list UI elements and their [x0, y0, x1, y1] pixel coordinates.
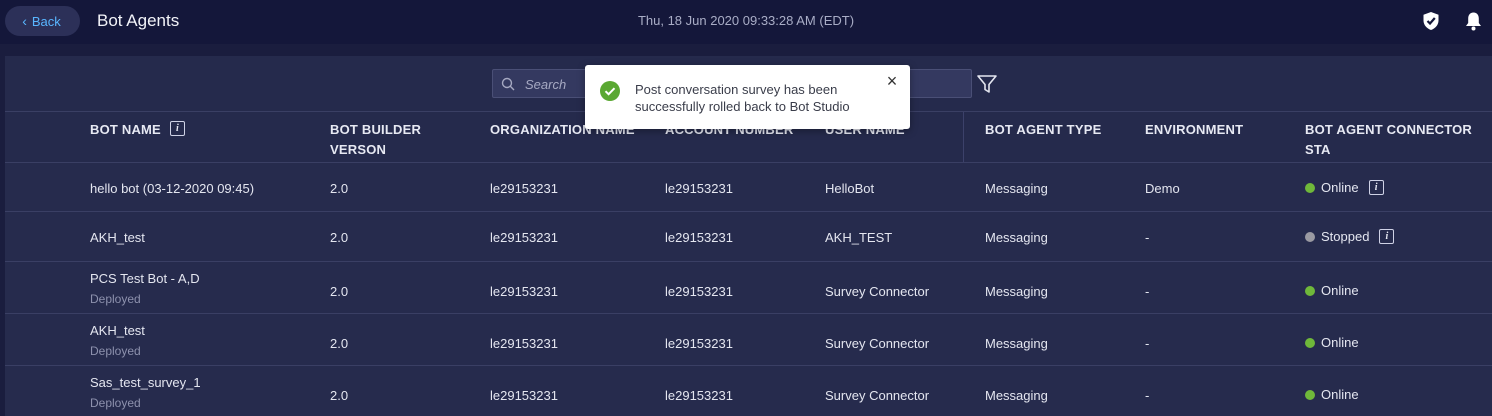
organization-cell: le29153231 — [490, 284, 558, 299]
deployment-status-label: Deployed — [90, 396, 141, 410]
top-bar: ‹ Back Bot Agents Thu, 18 Jun 2020 09:33… — [0, 0, 1492, 44]
status-dot-icon — [1305, 231, 1315, 242]
status-dot-icon — [1305, 285, 1315, 296]
table-row[interactable]: AKH_test 2.0 le29153231 le29153231 AKH_TEST M… — [5, 211, 1492, 262]
bot-name-cell: AKH_test — [90, 323, 145, 338]
user-name-cell: Survey Connector — [825, 284, 930, 299]
column-header-label: BOT BUILDER — [330, 122, 422, 137]
agent-type-cell: Messaging — [985, 230, 1048, 245]
info-icon[interactable]: i — [169, 121, 185, 137]
environment-cell: - — [1145, 230, 1150, 245]
agent-type-cell: Messaging — [985, 388, 1048, 403]
check-circle-icon — [600, 81, 620, 101]
table-row[interactable]: PCS Test Bot - A,D Deployed 2.0 le29153231 l… — [5, 261, 1492, 314]
toast-message: Post conversation survey has been succes… — [635, 82, 850, 114]
connector-status-cell: Online — [1305, 387, 1359, 402]
current-datetime: Thu, 18 Jun 2020 09:33:28 AM (EDT) — [637, 13, 855, 28]
agent-type-cell: Messaging — [985, 284, 1048, 299]
bot-name-cell: Sas_test_survey_1 — [90, 375, 201, 390]
organization-cell: le29153231 — [490, 336, 558, 351]
column-header-builder-version[interactable]: BOT BUILDER VERSON — [330, 120, 421, 160]
organization-cell: le29153231 — [490, 181, 558, 196]
status-dot-icon — [1305, 389, 1315, 400]
status-dot-icon — [1305, 182, 1315, 193]
status-label: Online — [1321, 335, 1359, 350]
user-name-cell: HelloBot — [825, 181, 875, 196]
builder-version-cell: 2.0 — [330, 181, 349, 196]
status-label: Online — [1321, 387, 1359, 402]
column-header-environment[interactable]: ENVIRONMENT — [1145, 120, 1243, 140]
user-name-cell: AKH_TEST — [825, 230, 893, 245]
column-header-label: VERSON — [330, 142, 387, 157]
account-number-cell: le29153231 — [665, 388, 733, 403]
account-number-cell: le29153231 — [665, 336, 733, 351]
status-label: Online — [1321, 180, 1359, 195]
connector-status-cell: Online — [1305, 283, 1359, 298]
column-header-agent-type[interactable]: BOT AGENT TYPE — [985, 120, 1101, 140]
bot-name-cell: hello bot (03-12-2020 09:45) — [90, 181, 255, 196]
bot-name-cell: PCS Test Bot - A,D — [90, 271, 200, 286]
environment-cell: - — [1145, 284, 1150, 299]
builder-version-cell: 2.0 — [330, 388, 349, 403]
environment-cell: - — [1145, 388, 1150, 403]
organization-cell: le29153231 — [490, 388, 558, 403]
shield-icon[interactable] — [1422, 11, 1440, 31]
filter-icon[interactable] — [976, 73, 998, 95]
status-label: Stopped — [1321, 229, 1370, 244]
column-header-bot-name[interactable]: BOT NAME i — [90, 120, 185, 140]
account-number-cell: le29153231 — [665, 284, 733, 299]
table-row[interactable]: Sas_test_survey_1 Deployed 2.0 le29153231 le… — [5, 365, 1492, 416]
bot-name-cell: AKH_test — [90, 230, 145, 245]
info-icon[interactable]: i — [1368, 180, 1384, 196]
connector-status-cell: Online i — [1305, 180, 1384, 196]
status-label: Online — [1321, 283, 1359, 298]
close-icon[interactable]: × — [885, 72, 899, 90]
builder-version-cell: 2.0 — [330, 230, 349, 245]
info-icon[interactable]: i — [1379, 229, 1395, 245]
table-row[interactable]: AKH_test Deployed 2.0 le29153231 le29153231 S… — [5, 313, 1492, 366]
agent-type-cell: Messaging — [985, 181, 1048, 196]
column-header-label: BOT NAME — [90, 122, 161, 137]
column-header-connector-status[interactable]: BOT AGENT CONNECTOR STA — [1305, 120, 1492, 160]
user-name-cell: Survey Connector — [825, 388, 930, 403]
bell-icon[interactable] — [1465, 11, 1482, 31]
deployment-status-label: Deployed — [90, 292, 141, 306]
status-dot-icon — [1305, 337, 1315, 348]
table-row[interactable]: hello bot (03-12-2020 09:45) 2.0 le2915323… — [5, 162, 1492, 212]
builder-version-cell: 2.0 — [330, 336, 349, 351]
agent-type-cell: Messaging — [985, 336, 1048, 351]
account-number-cell: le29153231 — [665, 230, 733, 245]
user-name-cell: Survey Connector — [825, 336, 930, 351]
search-icon — [501, 77, 515, 91]
builder-version-cell: 2.0 — [330, 284, 349, 299]
environment-cell: Demo — [1145, 181, 1180, 196]
environment-cell: - — [1145, 336, 1150, 351]
organization-cell: le29153231 — [490, 230, 558, 245]
deployment-status-label: Deployed — [90, 344, 141, 358]
connector-status-cell: Stopped i — [1305, 229, 1395, 245]
success-toast: Post conversation survey has been succes… — [585, 65, 910, 129]
connector-status-cell: Online — [1305, 335, 1359, 350]
account-number-cell: le29153231 — [665, 181, 733, 196]
